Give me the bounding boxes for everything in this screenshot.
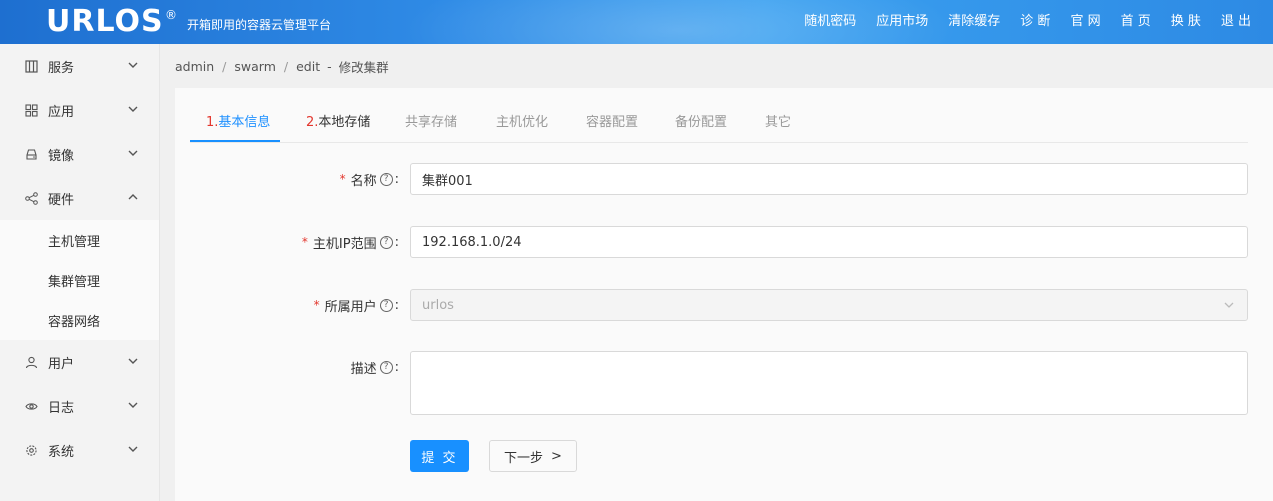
next-step-button[interactable]: 下一步 > bbox=[489, 440, 577, 472]
sidebar-item-label: 镜像 bbox=[48, 148, 75, 164]
sidebar-item-host-management[interactable]: 主机管理 bbox=[0, 220, 159, 260]
sidebar-item-apps[interactable]: 应用 bbox=[0, 88, 159, 132]
tab-shared-storage[interactable]: 共享存储 bbox=[405, 114, 457, 132]
sidebar-item-users[interactable]: 用户 bbox=[0, 340, 159, 384]
sidebar-item-cluster-management[interactable]: 集群管理 bbox=[0, 260, 159, 300]
chevron-down-icon bbox=[127, 103, 141, 117]
nav-diagnose[interactable]: 诊 断 bbox=[1020, 13, 1050, 31]
sidebar-item-label: 服务 bbox=[48, 60, 75, 76]
active-tab-indicator bbox=[190, 140, 280, 142]
nav-clear-cache[interactable]: 清除缓存 bbox=[948, 13, 1000, 31]
sidebar-item-images[interactable]: 镜像 bbox=[0, 132, 159, 176]
owner-select[interactable]: urlos bbox=[410, 289, 1248, 321]
breadcrumb-separator: / bbox=[283, 58, 289, 74]
breadcrumb-admin[interactable]: admin bbox=[175, 59, 214, 74]
grid-icon bbox=[24, 103, 38, 117]
tab-local-storage[interactable]: 2.本地存储 bbox=[306, 114, 370, 132]
breadcrumb-dash: - bbox=[327, 58, 332, 74]
logo[interactable]: URLOS bbox=[46, 4, 164, 40]
sidebar-item-hardware[interactable]: 硬件 bbox=[0, 176, 159, 220]
required-mark: * bbox=[301, 235, 308, 249]
required-mark: * bbox=[339, 172, 346, 186]
description-textarea[interactable] bbox=[410, 351, 1248, 415]
required-mark: * bbox=[313, 298, 320, 312]
nav-official-site[interactable]: 官 网 bbox=[1070, 13, 1100, 31]
nav-skin[interactable]: 换 肤 bbox=[1171, 13, 1201, 31]
nav-logout[interactable]: 退 出 bbox=[1221, 13, 1251, 31]
chevron-down-icon bbox=[127, 355, 141, 369]
submit-button[interactable]: 提 交 bbox=[410, 440, 469, 472]
help-icon[interactable]: ? bbox=[379, 235, 393, 249]
name-label: * 名称 ? : bbox=[339, 171, 399, 189]
form-card: 1.基本信息 2.本地存储 共享存储 主机优化 容器配置 备份配置 其它 * 名… bbox=[175, 88, 1273, 501]
breadcrumb-separator: / bbox=[222, 58, 227, 74]
help-icon[interactable]: ? bbox=[379, 298, 393, 312]
tab-host-optimization[interactable]: 主机优化 bbox=[496, 114, 548, 132]
tab-other[interactable]: 其它 bbox=[765, 114, 791, 132]
chevron-down-icon bbox=[127, 147, 141, 161]
owner-label: * 所属用户 ? : bbox=[313, 297, 399, 315]
chevron-right-icon: > bbox=[551, 448, 562, 464]
description-label: 描述 ? : bbox=[350, 359, 399, 377]
top-nav: 随机密码 应用市场 清除缓存 诊 断 官 网 首 页 换 肤 退 出 bbox=[784, 13, 1251, 31]
owner-select-value: urlos bbox=[422, 297, 454, 313]
share-nodes-icon bbox=[24, 191, 38, 205]
sidebar-item-label: 应用 bbox=[48, 104, 75, 120]
sidebar-item-label: 用户 bbox=[48, 356, 75, 372]
breadcrumb-current: 修改集群 bbox=[338, 59, 389, 75]
next-step-label: 下一步 bbox=[504, 450, 544, 466]
sidebar-item-label: 日志 bbox=[48, 400, 75, 416]
sidebar-item-logs[interactable]: 日志 bbox=[0, 384, 159, 428]
breadcrumb: admin / swarm / edit - 修改集群 bbox=[175, 56, 389, 76]
ip-range-input[interactable] bbox=[410, 226, 1248, 258]
gear-icon bbox=[24, 443, 38, 457]
name-input[interactable] bbox=[410, 163, 1248, 195]
ip-range-label: * 主机IP范围 ? : bbox=[301, 234, 399, 252]
sidebar: 服务 应用 镜像 硬件 主机管理 集群管理 容器网络 用户 日志 系统 bbox=[0, 44, 160, 501]
sidebar-item-label: 系统 bbox=[48, 444, 75, 460]
chevron-down-icon bbox=[127, 399, 141, 413]
tab-bar: 1.基本信息 2.本地存储 共享存储 主机优化 容器配置 备份配置 其它 bbox=[190, 88, 1248, 143]
help-icon[interactable]: ? bbox=[379, 172, 393, 186]
eye-icon bbox=[24, 399, 38, 413]
user-icon bbox=[24, 355, 38, 369]
sidebar-item-label: 硬件 bbox=[48, 192, 75, 208]
chevron-up-icon bbox=[127, 191, 141, 205]
drive-icon bbox=[24, 147, 38, 161]
top-header: URLOS ® 开箱即用的容器云管理平台 随机密码 应用市场 清除缓存 诊 断 … bbox=[0, 0, 1273, 44]
tab-container-config[interactable]: 容器配置 bbox=[586, 114, 638, 132]
nav-random-password[interactable]: 随机密码 bbox=[804, 13, 856, 31]
hardware-submenu: 主机管理 集群管理 容器网络 bbox=[0, 220, 159, 340]
sidebar-item-system[interactable]: 系统 bbox=[0, 428, 159, 472]
sidebar-item-container-network[interactable]: 容器网络 bbox=[0, 300, 159, 340]
breadcrumb-edit: edit bbox=[296, 58, 321, 74]
sidebar-item-service[interactable]: 服务 bbox=[0, 44, 159, 88]
slogan: 开箱即用的容器云管理平台 bbox=[187, 18, 332, 32]
registered-mark: ® bbox=[165, 8, 177, 22]
service-icon bbox=[24, 59, 38, 73]
chevron-down-icon bbox=[127, 443, 141, 457]
chevron-down-icon bbox=[127, 59, 141, 73]
nav-app-market[interactable]: 应用市场 bbox=[876, 13, 928, 31]
tab-backup-config[interactable]: 备份配置 bbox=[675, 114, 727, 132]
nav-home[interactable]: 首 页 bbox=[1121, 13, 1151, 31]
tab-basic-info[interactable]: 1.基本信息 bbox=[206, 114, 270, 132]
breadcrumb-swarm[interactable]: swarm bbox=[234, 59, 276, 74]
chevron-down-icon bbox=[1223, 299, 1235, 311]
help-icon[interactable]: ? bbox=[379, 360, 393, 374]
